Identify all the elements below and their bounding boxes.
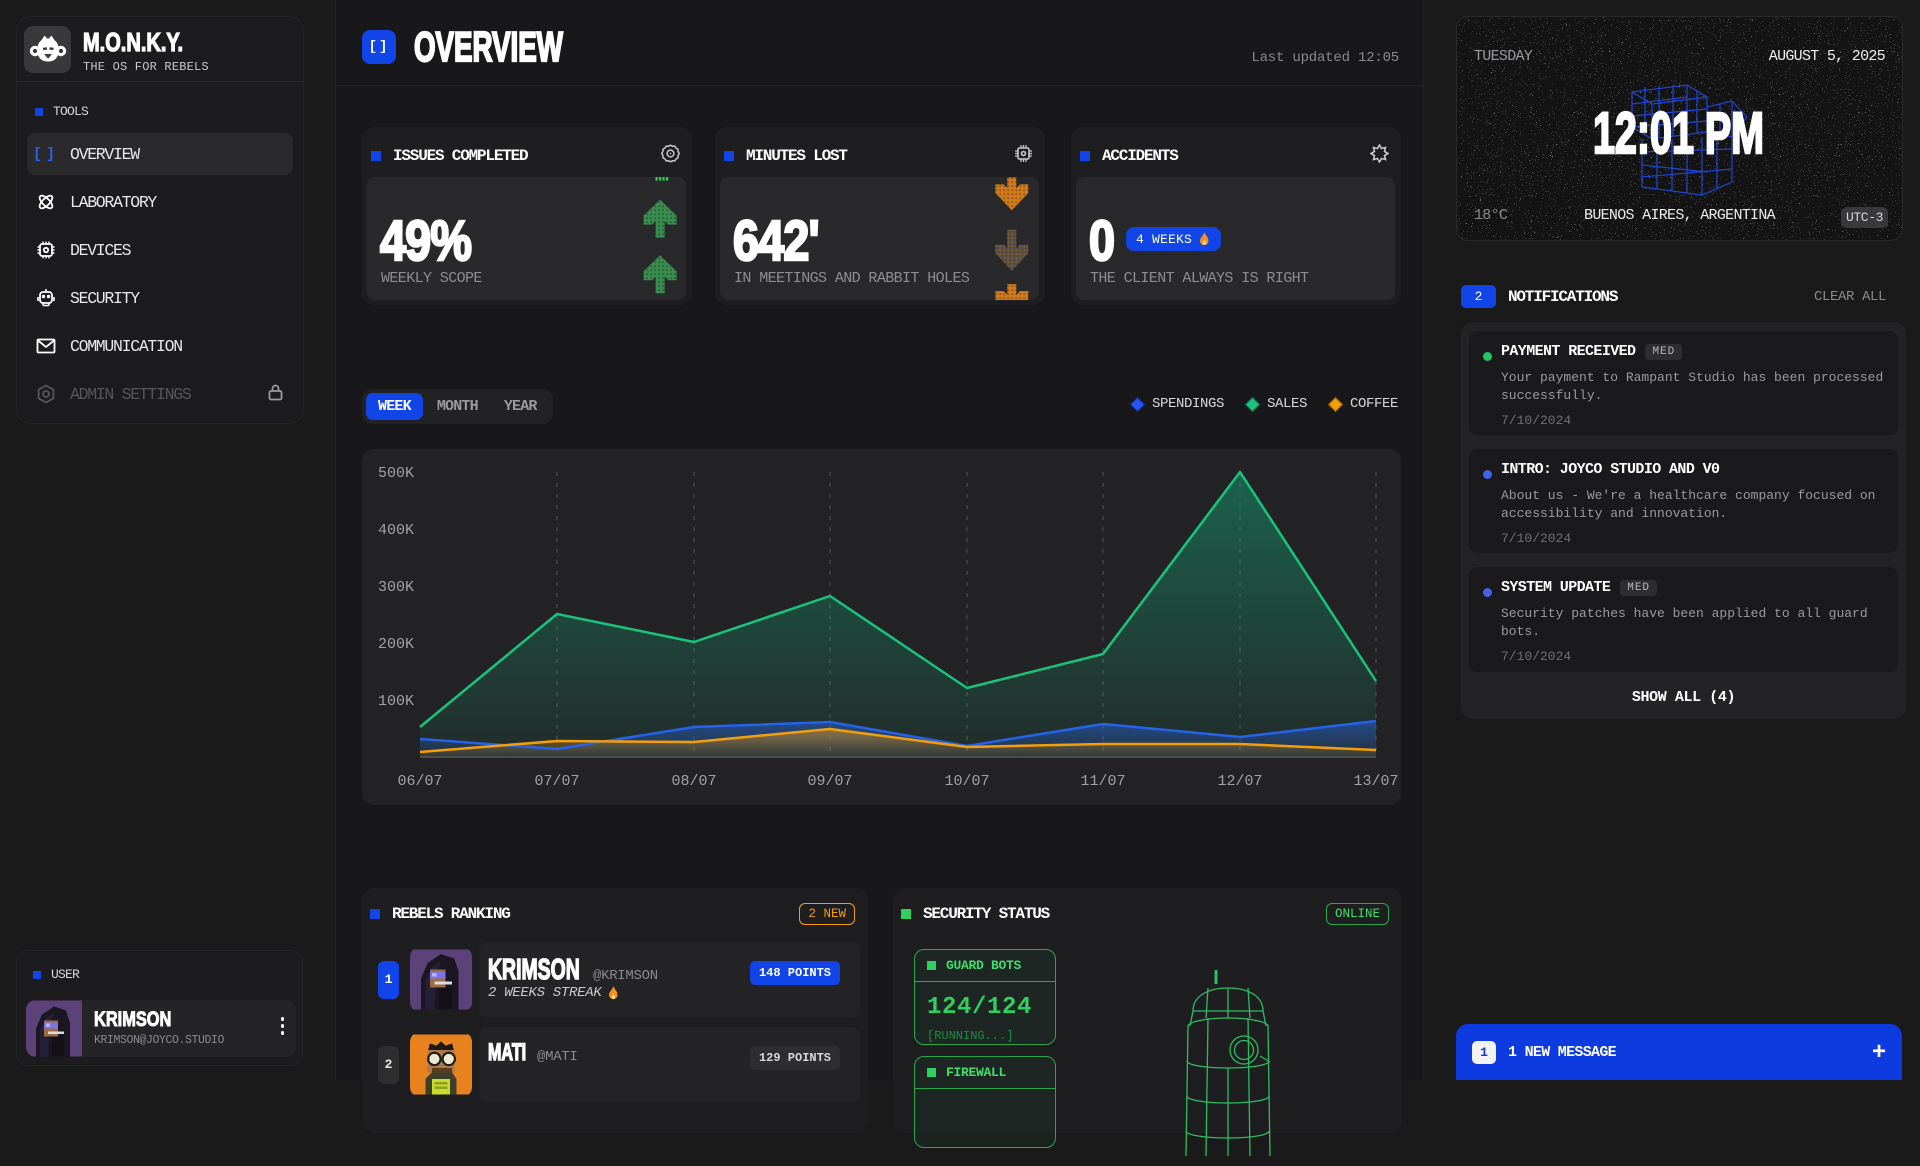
svg-text:100K: 100K [378, 693, 414, 710]
svg-text:200K: 200K [378, 636, 414, 653]
svg-text:08/07: 08/07 [671, 773, 716, 790]
svg-text:06/07: 06/07 [397, 773, 442, 790]
svg-text:300K: 300K [378, 579, 414, 596]
svg-text:09/07: 09/07 [807, 773, 852, 790]
svg-text:13/07: 13/07 [1353, 773, 1398, 790]
svg-text:500K: 500K [378, 465, 414, 482]
svg-text:12/07: 12/07 [1217, 773, 1262, 790]
svg-text:11/07: 11/07 [1080, 773, 1125, 790]
svg-text:10/07: 10/07 [944, 773, 989, 790]
svg-text:400K: 400K [378, 522, 414, 539]
svg-text:07/07: 07/07 [534, 773, 579, 790]
